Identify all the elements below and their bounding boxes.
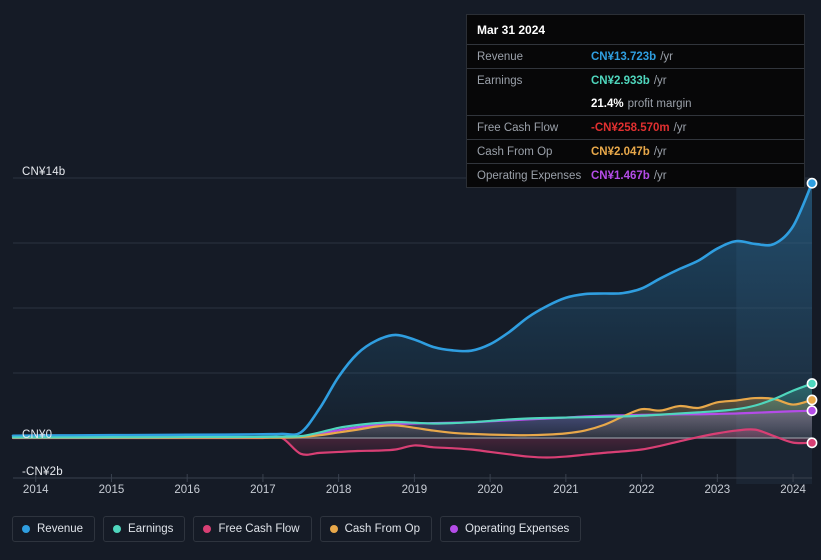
tooltip-row-value: CN¥13.723b [591, 50, 657, 63]
endpoint-marker-free-cash-flow [806, 437, 818, 449]
x-axis-label-2018: 2018 [325, 484, 352, 496]
financial-chart: CN¥14b CN¥0 -CN¥2b 2014 2015 2016 2017 2018 201… [0, 0, 821, 560]
x-axis-label-2014: 2014 [22, 484, 49, 496]
tooltip-row-label: Earnings [477, 74, 523, 87]
legend-item-operating-expenses[interactable]: Operating Expenses [440, 516, 582, 542]
tooltip-row-label: Free Cash Flow [477, 121, 559, 134]
tooltip-row-revenue: Revenue CN¥13.723b/yr [467, 44, 804, 68]
x-axis-label-2019: 2019 [401, 484, 428, 496]
tooltip-row-unit: /yr [653, 169, 667, 182]
endpoint-marker-revenue [806, 177, 818, 189]
legend-item-revenue[interactable]: Revenue [12, 516, 96, 542]
profit-margin-value: 21.4% [591, 97, 624, 110]
legend-item-label: Earnings [128, 523, 174, 535]
tooltip-row-free-cash-flow: Free Cash Flow -CN¥258.570m/yr [467, 115, 804, 139]
x-axis-label-2016: 2016 [174, 484, 200, 496]
legend-dot-icon [450, 525, 459, 533]
endpoint-marker-operating-expenses [806, 405, 818, 417]
y-axis-label: -CN¥2b [22, 466, 63, 478]
endpoint-marker-earnings [806, 378, 818, 389]
tooltip-row-value: CN¥1.467b [591, 169, 650, 182]
tooltip-row-operating-expenses: Operating Expenses CN¥1.467b/yr [467, 163, 804, 187]
legend-dot-icon [203, 525, 212, 533]
x-axis-label-2017: 2017 [250, 484, 276, 496]
tooltip-row-unit: /yr [653, 145, 667, 158]
tooltip-row-unit: /yr [653, 74, 667, 87]
tooltip-row-cash-from-op: Cash From Op CN¥2.047b/yr [467, 139, 804, 163]
tooltip-row-value: -CN¥258.570m [591, 121, 670, 134]
tooltip-row-label: Revenue [477, 50, 524, 63]
tooltip-row-profit-margin: 21.4% profit margin [467, 92, 804, 115]
y-axis-label: CN¥14b [22, 166, 66, 178]
profit-margin-label: profit margin [627, 97, 692, 110]
x-axis-label-2021: 2021 [553, 484, 579, 496]
x-axis-labels: 2014 2015 2016 2017 2018 2019 2020 2021 2022 2023… [0, 484, 821, 502]
tooltip-row-unit: /yr [673, 121, 687, 134]
tooltip-title: Mar 31 2024 [477, 23, 546, 37]
endpoint-marker-cash-from-op [806, 394, 818, 406]
tooltip-rows: Revenue CN¥13.723b/yr Earnings CN¥2.933b/yr… [467, 44, 804, 187]
tooltip-row-value: CN¥2.933b [591, 74, 650, 87]
tooltip-row-label: Operating Expenses [477, 169, 582, 182]
x-axis-label-2020: 2020 [477, 484, 503, 496]
legend-item-label: Operating Expenses [465, 523, 570, 535]
data-tooltip: Mar 31 2024 Revenue CN¥13.723b/yr Earnings… [466, 14, 805, 188]
x-axis-label-2015: 2015 [98, 484, 125, 496]
legend-item-earnings[interactable]: Earnings [103, 516, 186, 542]
tooltip-row-earnings: Earnings CN¥2.933b/yr [467, 68, 804, 92]
legend-dot-icon [329, 525, 338, 533]
chart-legend[interactable]: Revenue Earnings Free Cash Flow Cash From O… [12, 516, 582, 542]
legend-dot-icon [22, 525, 30, 533]
y-axis-label: CN¥0 [22, 429, 53, 441]
x-axis-label-2024: 2024 [780, 484, 806, 496]
legend-item-label: Cash From Op [344, 523, 421, 535]
tooltip-row-unit: /yr [660, 50, 673, 63]
legend-item-label: Revenue [37, 523, 84, 535]
x-axis-label-2023: 2023 [704, 484, 731, 496]
legend-dot-icon [113, 525, 122, 533]
tooltip-row-value: CN¥2.047b [591, 145, 650, 158]
legend-item-free-cash-flow[interactable]: Free Cash Flow [193, 516, 312, 542]
legend-item-label: Free Cash Flow [218, 523, 300, 535]
legend-item-cash-from-op[interactable]: Cash From Op [319, 516, 433, 542]
tooltip-row-label: Cash From Op [477, 145, 553, 158]
series-area-revenue [13, 183, 812, 438]
x-axis-label-2022: 2022 [628, 484, 655, 496]
